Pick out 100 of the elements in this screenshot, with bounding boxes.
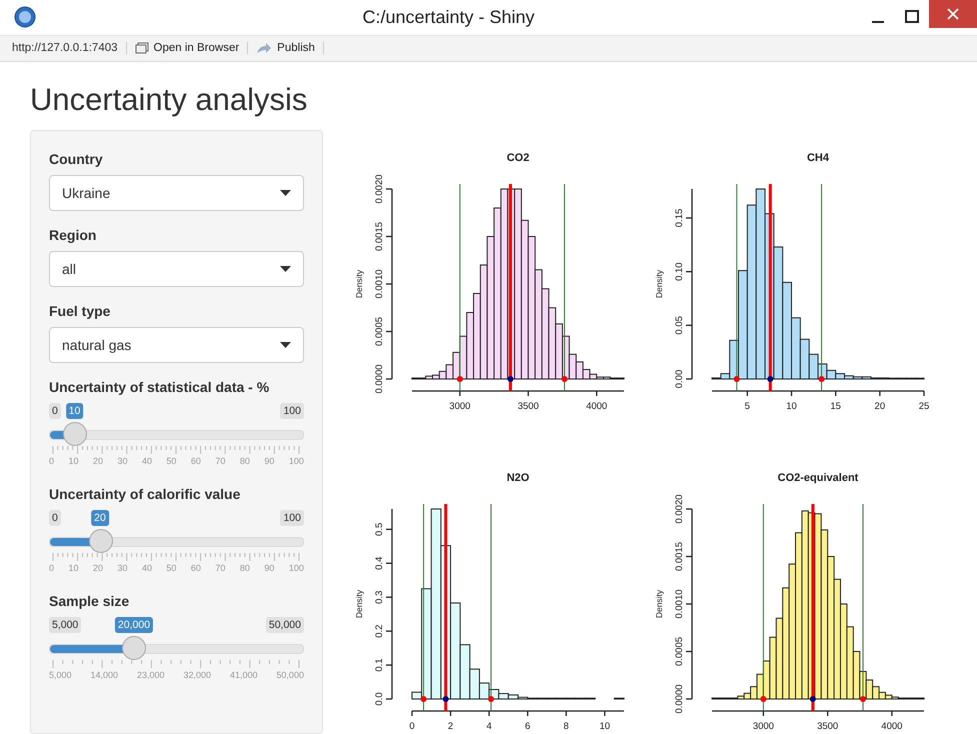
axis-tick-label: 0.0 bbox=[374, 692, 385, 706]
slider-tick-label: 40 bbox=[142, 456, 152, 466]
maximize-icon bbox=[905, 10, 919, 24]
slider-tick-label: 50 bbox=[166, 456, 176, 466]
marker-dot bbox=[734, 376, 740, 382]
select-field[interactable]: natural gas bbox=[49, 327, 304, 363]
marker-dot bbox=[456, 376, 463, 382]
chart-title: CH4 bbox=[807, 152, 829, 164]
slider-label: Sample size bbox=[49, 593, 130, 609]
axis-tick-label: 15 bbox=[830, 401, 841, 412]
slider-tick-label: 100 bbox=[288, 456, 304, 466]
slider-label: Uncertainty of statistical data - % bbox=[49, 379, 270, 395]
slider-min-label: 0 bbox=[49, 403, 61, 419]
slider-tick-label: 100 bbox=[288, 563, 304, 573]
url-text: http://127.0.0.1:7403 bbox=[12, 42, 127, 54]
slider-label: Uncertainty of calorific value bbox=[49, 486, 242, 502]
slider-tick-label: 0 bbox=[49, 456, 54, 466]
axis-tick-label: 0.5 bbox=[374, 522, 385, 536]
slider-handle[interactable] bbox=[63, 422, 88, 446]
slider-tick-label: 14,000 bbox=[90, 670, 118, 680]
axis-tick-label: 20 bbox=[874, 401, 886, 412]
slider-handle[interactable] bbox=[88, 529, 113, 553]
close-icon bbox=[947, 8, 959, 20]
toolbar-button[interactable]: Publish bbox=[256, 42, 324, 54]
marker-dot bbox=[767, 376, 774, 382]
slider-min-label: 5,000 bbox=[49, 617, 82, 633]
slider-tick-label: 80 bbox=[240, 563, 250, 573]
field-label: Fuel type bbox=[49, 303, 112, 319]
slider-tick-label: 32,000 bbox=[183, 670, 211, 680]
marker-dot bbox=[562, 376, 568, 382]
axis-tick-label: 0.0000 bbox=[674, 684, 685, 714]
axis-tick-label: 4000 bbox=[881, 721, 902, 732]
slider-value-label: 20,000 bbox=[114, 617, 154, 633]
slider-tick-label: 60 bbox=[190, 456, 201, 466]
axis-tick-label: 3000 bbox=[752, 721, 774, 732]
chart-title: CO2 bbox=[506, 152, 530, 164]
slider-tick-label: 90 bbox=[264, 563, 274, 573]
slider-tick-label: 20 bbox=[92, 563, 103, 573]
axis-tick-label: 0.0010 bbox=[374, 269, 385, 299]
caret-icon bbox=[280, 190, 291, 196]
axis-tick-label: 3500 bbox=[817, 721, 838, 732]
axis-tick-label: 0.0005 bbox=[674, 636, 685, 666]
axis-tick-label: 3000 bbox=[449, 401, 470, 412]
slider-tick-label: 41,000 bbox=[230, 670, 258, 680]
select-field[interactable]: all bbox=[49, 251, 304, 287]
axis-tick-label: 0.0010 bbox=[674, 589, 685, 619]
slider-tick-label: 20 bbox=[92, 456, 103, 466]
axis-tick-label: 0 bbox=[409, 721, 415, 732]
slider-tick-label: 50,000 bbox=[276, 670, 304, 680]
slider-tick-label: 80 bbox=[240, 456, 250, 466]
chart-title: CO2-equivalent bbox=[778, 472, 858, 484]
slider-tick-label: 23,000 bbox=[136, 670, 164, 680]
axis-tick-label: 0.0000 bbox=[374, 364, 385, 394]
close-button[interactable] bbox=[929, 0, 977, 28]
marker-dot bbox=[488, 696, 494, 702]
slider-tick-label: 50 bbox=[166, 563, 176, 573]
axis-tick-label: 0.10 bbox=[674, 262, 685, 281]
axis-tick-label: 0.0005 bbox=[374, 316, 385, 346]
axis-tick-label: 0.0015 bbox=[374, 222, 385, 252]
axis-tick-label: 4000 bbox=[586, 401, 608, 412]
marker-dot bbox=[860, 696, 866, 702]
axis-tick-label: 10 bbox=[599, 721, 610, 732]
page-title: Uncertainty analysis bbox=[30, 82, 308, 119]
slider-tick-label: 30 bbox=[117, 456, 128, 466]
select-field[interactable]: Ukraine bbox=[49, 175, 304, 211]
slider-max-label: 50,000 bbox=[266, 617, 304, 633]
slider-handle[interactable] bbox=[122, 636, 146, 660]
slider-min-label: 0 bbox=[49, 510, 61, 526]
caret-icon bbox=[280, 266, 291, 272]
axis-label: Density bbox=[654, 270, 664, 298]
axis-tick-label: 0.4 bbox=[374, 556, 385, 570]
axis-tick-label: 10 bbox=[786, 401, 797, 412]
minimize-icon bbox=[872, 21, 884, 24]
axis-tick-label: 0.00 bbox=[674, 370, 685, 388]
axis-tick-label: 25 bbox=[918, 401, 930, 412]
axis-tick-label: 0.0020 bbox=[674, 494, 685, 524]
toolbar-button[interactable]: Open in Browser bbox=[134, 42, 248, 54]
slider-tick-label: 70 bbox=[215, 456, 226, 466]
axis-tick-label: 0.05 bbox=[674, 316, 685, 335]
slider-tick-label: 10 bbox=[68, 563, 78, 573]
slider-max-label: 100 bbox=[280, 510, 304, 526]
axis-tick-label: 5 bbox=[744, 401, 750, 412]
marker-dot bbox=[810, 696, 816, 702]
field-label: Region bbox=[49, 227, 98, 243]
axis-tick-label: 0.0015 bbox=[674, 542, 685, 572]
marker-dot bbox=[507, 376, 514, 382]
axis-tick-label: 8 bbox=[564, 721, 569, 732]
field-label: Country bbox=[49, 151, 104, 167]
axis-label: Density bbox=[654, 590, 664, 618]
axis-tick-label: 0.15 bbox=[674, 208, 685, 228]
slider-tick-label: 70 bbox=[215, 563, 226, 573]
slider-tick-label: 0 bbox=[49, 563, 54, 573]
slider-tick-label: 60 bbox=[190, 563, 201, 573]
axis-label: Density bbox=[354, 270, 364, 298]
axis-tick-label: 0.1 bbox=[374, 658, 385, 672]
axis-tick-label: 6 bbox=[525, 721, 530, 732]
chart-title: N2O bbox=[506, 472, 530, 484]
axis-tick-label: 0.2 bbox=[374, 624, 385, 638]
arrow-icon bbox=[256, 42, 272, 54]
slider-tick-label: 5,000 bbox=[49, 670, 72, 680]
